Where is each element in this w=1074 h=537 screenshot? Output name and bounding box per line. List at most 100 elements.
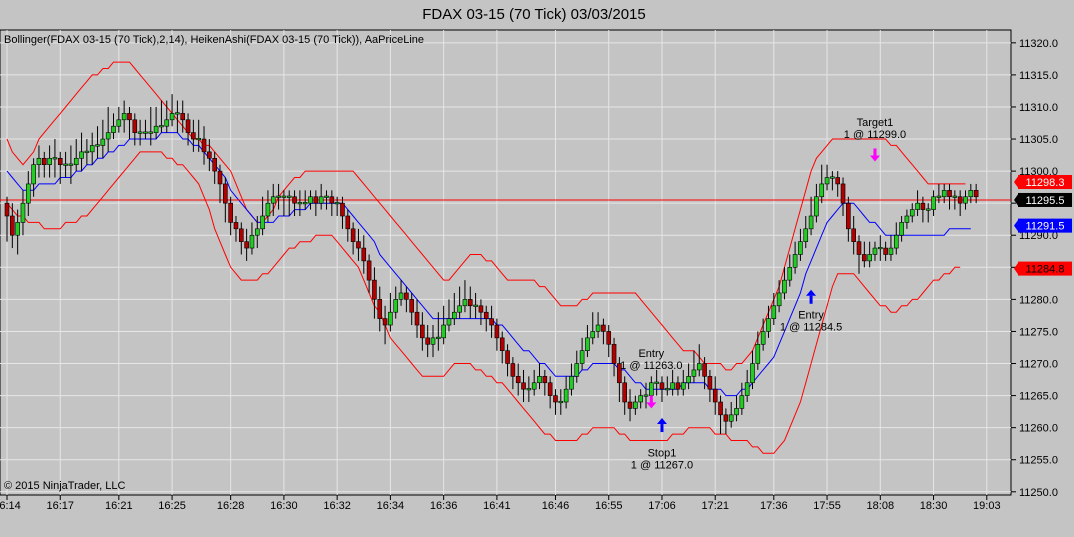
candle-body: [244, 241, 249, 249]
trade-label: Target1: [857, 117, 894, 129]
candle-body: [143, 131, 148, 134]
candle-body: [79, 151, 84, 159]
candle-body: [436, 336, 441, 339]
candle-body: [638, 395, 643, 403]
candle-body: [286, 195, 292, 198]
candle-body: [686, 376, 691, 384]
y-tick-label: 11255.0: [1019, 455, 1058, 467]
candle-body: [361, 247, 367, 262]
candle-body: [356, 241, 361, 249]
candle-body: [180, 113, 186, 121]
buy-arrow-icon: [809, 295, 813, 304]
candle-body: [590, 331, 596, 339]
candle-body: [659, 382, 665, 390]
candle-body: [329, 196, 335, 204]
candle-body: [915, 202, 920, 210]
candle-body: [489, 318, 494, 326]
candle-body: [25, 183, 31, 204]
y-tick-label: 11260.0: [1019, 423, 1058, 435]
candle-body: [254, 228, 260, 236]
y-tick-label: 11305.0: [1019, 134, 1058, 146]
candle-body: [867, 254, 872, 262]
candle-body: [457, 305, 462, 313]
candle-body: [318, 196, 324, 204]
candle-body: [680, 382, 686, 390]
candle-body: [494, 324, 500, 339]
candle-body: [707, 376, 713, 390]
price-label-badge: 11295.5: [1014, 192, 1072, 207]
candle-body: [888, 247, 894, 255]
candle-body: [201, 138, 207, 153]
candle-body: [819, 183, 825, 198]
candle-body: [558, 400, 564, 404]
candle-body: [766, 318, 771, 332]
candle-body: [217, 170, 223, 185]
candle-body: [372, 279, 377, 300]
copyright: © 2015 NinjaTrader, LLC: [4, 480, 125, 492]
candle-body: [414, 311, 420, 326]
sell-arrow-icon: [873, 148, 877, 156]
candle-body: [585, 337, 590, 351]
trade-detail: 1 @ 11299.0: [844, 129, 906, 141]
candle-body: [148, 131, 154, 134]
candle-body: [973, 190, 979, 198]
candle-body: [228, 202, 233, 223]
candle-body: [105, 132, 111, 140]
candle-body: [398, 292, 404, 300]
candle-body: [601, 324, 606, 332]
candle-body: [313, 196, 319, 204]
candle-body: [840, 183, 846, 204]
candle-body: [47, 157, 52, 165]
candle-body: [63, 163, 68, 166]
candle-body: [350, 228, 356, 242]
candle-body: [728, 414, 734, 422]
chart[interactable]: FDAX 03-15 (70 Tick) 03/03/2015 Entry1 @…: [0, 0, 1074, 537]
candle-body: [904, 215, 910, 223]
candle-body: [377, 299, 383, 319]
candle-body: [473, 304, 478, 307]
candle-body: [909, 209, 915, 217]
candle-body: [510, 363, 516, 377]
candle-body: [723, 414, 729, 422]
y-tick-label: 11250.0: [1019, 487, 1058, 499]
candle-body: [803, 228, 809, 242]
candle-body: [137, 131, 143, 134]
candle-body: [505, 350, 510, 364]
trade-label: Entry: [798, 310, 824, 322]
candle-body: [73, 157, 79, 165]
candle-body: [159, 125, 164, 128]
candle-body: [542, 376, 548, 384]
candle-body: [483, 311, 489, 319]
candle-body: [925, 208, 931, 211]
x-tick-label: 18:08: [867, 500, 895, 512]
candle-body: [824, 177, 830, 185]
candle-body: [446, 318, 452, 326]
candle-body: [451, 311, 457, 319]
candle-body: [696, 363, 702, 371]
candle-body: [611, 343, 617, 364]
candle-body: [441, 324, 446, 339]
candle-body: [100, 138, 106, 146]
x-tick-label: 16:25: [158, 500, 186, 512]
candle-body: [462, 299, 468, 307]
candle-body: [297, 202, 303, 205]
candle-body: [116, 119, 122, 127]
candle-body: [31, 164, 36, 185]
candle-body: [260, 215, 265, 230]
candle-body: [798, 241, 803, 255]
candle-body: [249, 234, 255, 249]
candle-body: [515, 376, 521, 384]
x-tick-label: 17:21: [701, 500, 729, 512]
candle-body: [952, 195, 958, 198]
price-label-badge: 11284.8: [1014, 261, 1072, 276]
candle-body: [835, 177, 841, 185]
badge-text: 11284.8: [1026, 264, 1065, 276]
trade-detail: 1 @ 11284.5: [780, 322, 842, 334]
candle-body: [212, 157, 217, 172]
candle-body: [643, 394, 649, 397]
candle-body: [830, 176, 835, 179]
candle-body: [846, 202, 851, 230]
y-tick-label: 11265.0: [1019, 391, 1058, 403]
candle-body: [739, 395, 745, 409]
candle-body: [787, 267, 793, 281]
